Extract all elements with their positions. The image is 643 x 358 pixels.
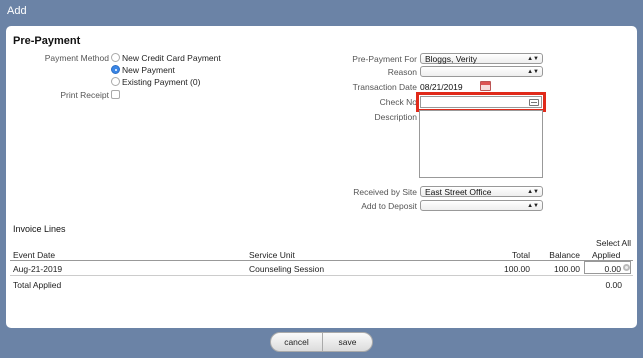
- save-button[interactable]: save: [323, 333, 372, 351]
- header-divider: [10, 260, 633, 261]
- radio-new-payment-label[interactable]: New Payment: [122, 65, 175, 75]
- reason-select[interactable]: ▲▼: [420, 66, 543, 77]
- description-label: Description: [374, 112, 417, 122]
- print-receipt-label: Print Receipt: [60, 90, 109, 100]
- row-service-unit: Counseling Session: [249, 264, 325, 274]
- radio-new-credit-card-payment[interactable]: [111, 53, 120, 62]
- received-by-site-value: East Street Office: [425, 187, 492, 197]
- select-arrows-icon: ▲▼: [527, 203, 539, 209]
- select-arrows-icon: ▲▼: [527, 189, 539, 195]
- radio-existing-payment-label[interactable]: Existing Payment (0): [122, 77, 200, 87]
- received-by-site-label: Received by Site: [353, 187, 417, 197]
- description-textarea[interactable]: [419, 110, 543, 178]
- prepayment-for-label: Pre-Payment For: [352, 54, 417, 64]
- radio-new-credit-card-payment-label[interactable]: New Credit Card Payment: [122, 53, 221, 63]
- row-balance: 100.00: [554, 264, 580, 274]
- row-applied-value: 0.00: [604, 264, 621, 274]
- form-panel: Pre-Payment Payment Method New Credit Ca…: [6, 26, 637, 328]
- transaction-date-value[interactable]: 08/21/2019: [420, 82, 463, 92]
- row-total: 100.00: [504, 264, 530, 274]
- col-header-balance: Balance: [549, 250, 580, 260]
- dialog-title: Add: [0, 0, 643, 22]
- cancel-button[interactable]: cancel: [271, 333, 322, 351]
- add-to-deposit-label: Add to Deposit: [361, 201, 417, 211]
- select-all-link[interactable]: Select All: [566, 238, 631, 248]
- col-header-service-unit: Service Unit: [249, 250, 295, 260]
- check-no-highlight: [416, 92, 546, 112]
- radio-new-payment[interactable]: [111, 65, 120, 74]
- select-arrows-icon: ▲▼: [527, 69, 539, 75]
- prepayment-for-select[interactable]: Bloggs, Verity ▲▼: [420, 53, 543, 64]
- payment-method-label: Payment Method: [44, 53, 109, 63]
- row-applied-input[interactable]: 0.00: [584, 261, 631, 274]
- check-no-label: Check No: [379, 97, 417, 107]
- spinner-icon[interactable]: [623, 264, 630, 271]
- prepayment-for-value: Bloggs, Verity: [425, 54, 477, 64]
- col-header-event-date: Event Date: [13, 250, 56, 260]
- section-title: Pre-Payment: [13, 35, 81, 47]
- row-divider: [10, 275, 633, 276]
- col-header-total: Total: [512, 250, 530, 260]
- row-event-date: Aug-21-2019: [13, 264, 63, 274]
- transaction-date-label: Transaction Date: [352, 82, 417, 92]
- received-by-site-select[interactable]: East Street Office ▲▼: [420, 186, 543, 197]
- invoice-lines-title: Invoice Lines: [13, 224, 66, 234]
- col-header-applied: Applied: [592, 250, 621, 260]
- total-applied-label: Total Applied: [13, 280, 62, 290]
- total-applied-value: 0.00: [605, 280, 622, 290]
- calendar-icon[interactable]: [480, 81, 491, 91]
- add-to-deposit-select[interactable]: ▲▼: [420, 200, 543, 211]
- footer-button-group: cancel save: [270, 332, 373, 352]
- print-receipt-checkbox[interactable]: [111, 90, 120, 99]
- select-arrows-icon: ▲▼: [527, 56, 539, 62]
- radio-existing-payment[interactable]: [111, 77, 120, 86]
- reason-label: Reason: [387, 67, 417, 77]
